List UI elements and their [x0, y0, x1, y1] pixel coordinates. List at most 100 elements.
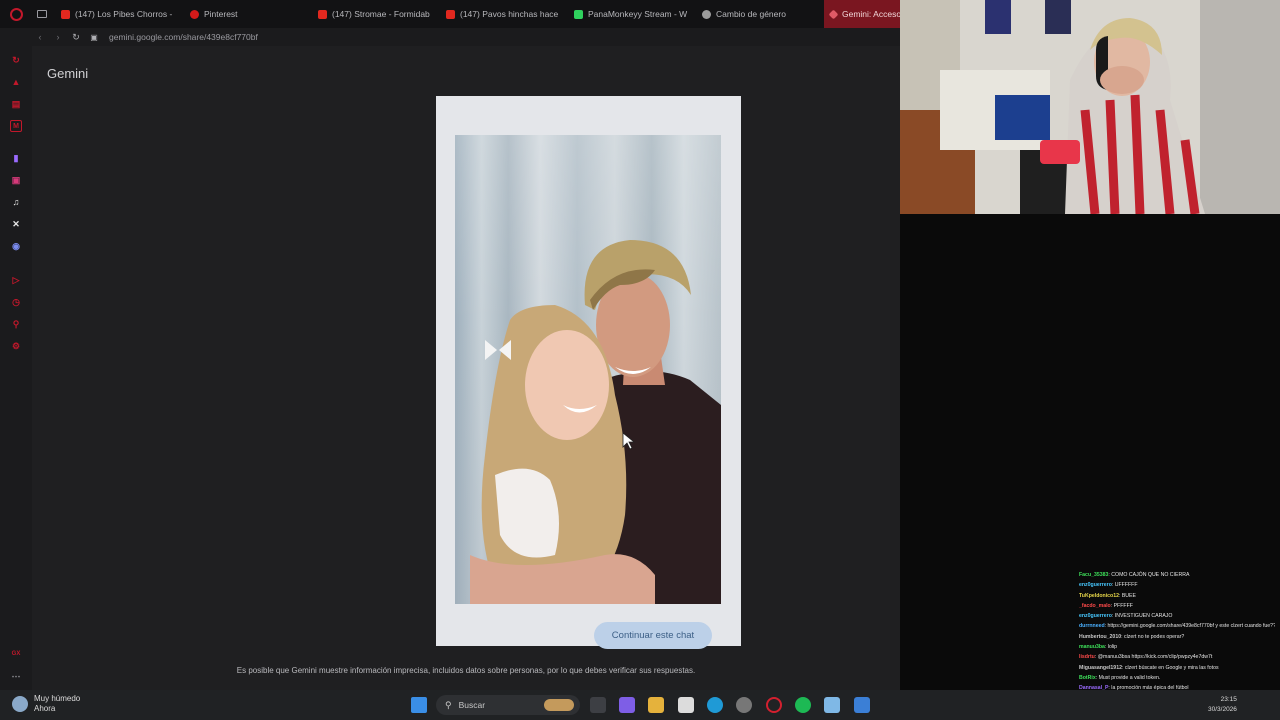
pin-icon[interactable]: ⚲: [10, 318, 22, 330]
tab-label: (147) Stromae - Formidab: [332, 9, 430, 19]
tab-label: Gemini: Acceso: [842, 9, 900, 19]
taskbar-search[interactable]: ⚲ Buscar: [436, 695, 580, 715]
search-icon: ⚲: [445, 699, 452, 710]
girl-face: [525, 330, 609, 440]
settings-icon[interactable]: ⚙: [10, 340, 22, 352]
system-clock[interactable]: 23:15 30/3/2026: [1208, 695, 1237, 715]
forward-icon[interactable]: ›: [49, 28, 67, 46]
chat-username[interactable]: BotRix: [1079, 675, 1096, 681]
instagram-icon[interactable]: ▣: [10, 174, 22, 186]
tab-cambio-de-genero[interactable]: Cambio de género: [696, 0, 816, 28]
chat-text: : https://gemini.google.com/share/439e8c…: [1104, 623, 1275, 630]
poster: [1045, 0, 1071, 34]
chat-message: Facu_35383: COMO CAJÓN QUE NO CIERRA: [1079, 570, 1275, 580]
youtube-icon: [446, 9, 455, 19]
chat-message: lisdrtu: @manuu3bsa https://kick.com/cli…: [1079, 652, 1275, 662]
tab-pavos-hinchas[interactable]: (147) Pavos hinchas hace: [440, 0, 560, 28]
chat-username[interactable]: TuKpeIdonico12: [1079, 593, 1119, 599]
workspaces-icon[interactable]: [32, 0, 52, 28]
tab-los-pibes-chorros[interactable]: (147) Los Pibes Chorros -: [55, 0, 173, 28]
chat-text: : BUEE: [1118, 592, 1136, 599]
opera-gx-icon[interactable]: [766, 697, 782, 713]
chat-message: Miguasangel1912: clzert búscate en Googl…: [1079, 663, 1275, 673]
tab-stromae[interactable]: (147) Stromae - Formidab: [312, 0, 432, 28]
weather-widget[interactable]: Muy húmedo Ahora: [12, 694, 80, 714]
chat-username[interactable]: lisdrtu: [1079, 654, 1095, 660]
youtube-icon: [61, 9, 70, 19]
chat-username[interactable]: manuu3ba: [1079, 644, 1105, 650]
chrome-icon[interactable]: [736, 697, 752, 713]
discord-icon[interactable]: ◉: [10, 240, 22, 252]
chat-username[interactable]: Humbertou_2010: [1079, 634, 1121, 640]
chat-text: : lolip: [1104, 644, 1118, 651]
tab-label: Cambio de género: [716, 9, 786, 19]
tab-label: (147) Pavos hinchas hace: [460, 9, 559, 19]
twitch-icon[interactable]: ▮: [10, 152, 22, 164]
task-view-icon[interactable]: [590, 697, 606, 713]
tab-label: Pinterest: [204, 9, 238, 19]
tab-pinterest[interactable]: Pinterest: [184, 0, 302, 28]
webcam-overlay: [900, 0, 1280, 214]
chat-message: enz0guerrero: INVESTIGUEN CARAJO: [1079, 611, 1275, 621]
chat-message: enz0guerrero: UFFFFFF: [1079, 580, 1275, 590]
chat-username[interactable]: enz0guerrero: [1079, 613, 1112, 619]
weather-icon: [12, 696, 28, 712]
chat-text: : COMO CAJÓN QUE NO CIERRA: [1108, 572, 1190, 578]
rgb-light: [1040, 140, 1080, 164]
back-icon[interactable]: ‹: [31, 28, 49, 46]
page-title: Gemini: [47, 66, 89, 81]
edge-icon[interactable]: [707, 697, 723, 713]
browser-tab-bar: (147) Los Pibes Chorros - Pinterest (147…: [0, 0, 900, 28]
chat-username[interactable]: Miguasangel1912: [1079, 665, 1122, 671]
opera-logo-icon[interactable]: [0, 0, 32, 28]
url-field[interactable]: gemini.google.com/share/439e8cf770bf: [109, 32, 258, 42]
chat-username[interactable]: _facdo_malo: [1079, 603, 1111, 609]
snipping-tool-icon[interactable]: [854, 697, 870, 713]
start-button-icon[interactable]: [411, 697, 427, 713]
weather-sub: Ahora: [34, 704, 56, 713]
continue-chat-button[interactable]: Continuar este chat: [594, 622, 712, 649]
notepad-icon[interactable]: [824, 697, 840, 713]
spotify-icon[interactable]: [795, 697, 811, 713]
more-icon[interactable]: ⋯: [10, 670, 22, 682]
chat-text: : clzert no te podes operar?: [1121, 633, 1185, 640]
chat-text: : UFFFFFF: [1111, 582, 1138, 589]
tab-panamonkeyy[interactable]: PanaMonkeyy Stream - W: [568, 0, 688, 28]
webcam-scene: [900, 0, 1280, 214]
chat-username[interactable]: enz0guerrero: [1079, 582, 1112, 588]
lock-icon[interactable]: ▣: [85, 28, 103, 46]
kick-icon: [574, 9, 583, 19]
chat-message: manuu3ba: lolip: [1079, 642, 1275, 652]
shopping-icon[interactable]: ▲: [10, 76, 22, 88]
chat-username[interactable]: durrnneed: [1079, 623, 1105, 629]
play-icon[interactable]: ▷: [10, 274, 22, 286]
clock-icon[interactable]: ◷: [10, 296, 22, 308]
chat-text: : INVESTIGUEN CARAJO: [1111, 613, 1173, 620]
history-icon[interactable]: ↻: [10, 54, 22, 66]
tab-gemini[interactable]: Gemini: Acceso: [824, 0, 900, 28]
reload-icon[interactable]: ↻: [67, 28, 85, 46]
chat-text: : clzert búscate en Google y mira las fo…: [1121, 664, 1219, 671]
search-placeholder: Buscar: [458, 700, 486, 710]
x-icon[interactable]: ✕: [10, 218, 22, 230]
wallet-icon[interactable]: ▤: [10, 98, 22, 110]
gx-icon[interactable]: GX: [10, 648, 22, 660]
blue-shirt-on-bed: [995, 95, 1050, 140]
tiktok-icon[interactable]: ♫: [10, 196, 22, 208]
m-icon[interactable]: M: [10, 120, 22, 132]
copilot-icon[interactable]: [619, 697, 635, 713]
couple-photo: [455, 135, 721, 604]
store-icon[interactable]: [678, 697, 694, 713]
pinterest-icon: [190, 9, 199, 19]
weather-label: Muy húmedo: [34, 694, 81, 703]
disclaimer-text: Es posible que Gemini muestre informació…: [236, 666, 696, 675]
globe-icon: [702, 9, 711, 19]
door: [1200, 0, 1280, 214]
tab-label: PanaMonkeyy Stream - W: [588, 9, 688, 19]
chat-username[interactable]: Facu_35383: [1079, 572, 1108, 578]
file-explorer-icon[interactable]: [648, 697, 664, 713]
clock-time: 23:15: [1220, 696, 1237, 703]
stream-chat: Facu_35383: COMO CAJÓN QUE NO CIERRA enz0…: [1079, 570, 1275, 704]
photo-figures: [470, 240, 721, 604]
chat-text: : @manuu3bsa https://kick.com/clip/pwpzy…: [1094, 654, 1213, 661]
